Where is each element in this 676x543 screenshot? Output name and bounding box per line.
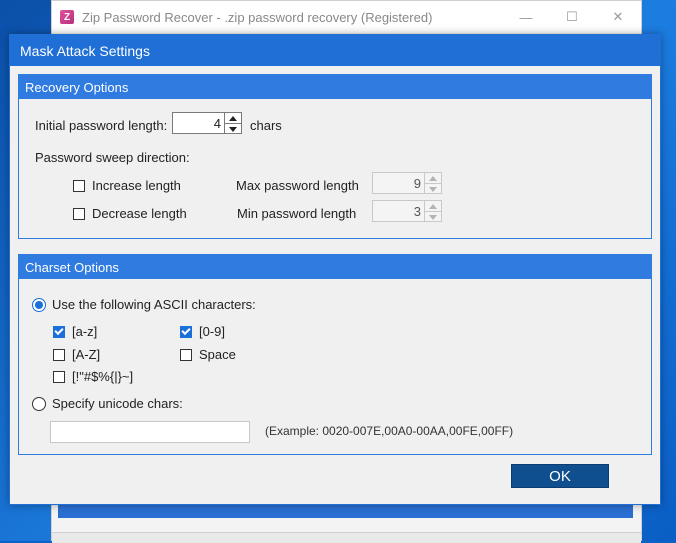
lowercase-checkbox[interactable]: [a-z] <box>53 324 97 339</box>
min-length-stepper[interactable]: 3 <box>372 200 442 222</box>
spin-up-icon[interactable] <box>425 173 441 184</box>
max-length-stepper[interactable]: 9 <box>372 172 442 194</box>
spin-up-icon[interactable] <box>425 201 441 212</box>
radio-dot[interactable] <box>32 297 46 312</box>
space-checkbox[interactable]: Space <box>180 347 236 362</box>
unicode-chars-label: Specify unicode chars: <box>52 396 183 411</box>
chars-label: chars <box>250 118 282 133</box>
checkbox-box[interactable] <box>53 325 65 338</box>
charset-options-header: Charset Options <box>19 255 651 279</box>
initial-length-label: Initial password length: <box>35 118 168 133</box>
checkbox-box[interactable] <box>53 370 65 383</box>
recovery-options-header: Recovery Options <box>19 75 651 99</box>
spin-down-icon[interactable] <box>425 212 441 222</box>
min-length-value: 3 <box>413 204 421 219</box>
app-icon: Z <box>60 10 74 24</box>
space-label: Space <box>199 347 236 362</box>
parent-window-title: Zip Password Recover - .zip password rec… <box>82 9 433 25</box>
max-length-value: 9 <box>413 176 421 191</box>
dialog-title: Mask Attack Settings <box>20 42 150 59</box>
checkbox-box[interactable] <box>73 179 85 192</box>
checkbox-box[interactable] <box>53 348 65 361</box>
spin-down-icon[interactable] <box>225 124 241 134</box>
ascii-chars-label: Use the following ASCII characters: <box>52 297 256 312</box>
spin-down-icon[interactable] <box>425 184 441 194</box>
minimize-icon[interactable]: — <box>503 1 549 33</box>
digits-checkbox[interactable]: [0-9] <box>180 324 225 339</box>
initial-length-stepper[interactable]: 4 <box>172 112 242 134</box>
decrease-length-label: Decrease length <box>92 206 187 221</box>
initial-length-value: 4 <box>213 116 221 131</box>
charset-options-group: Charset Options Use the following ASCII … <box>18 254 652 455</box>
uppercase-checkbox[interactable]: [A-Z] <box>53 347 100 362</box>
ok-button[interactable]: OK <box>511 464 609 488</box>
unicode-chars-input[interactable] <box>50 421 250 443</box>
digits-label: [0-9] <box>199 324 226 339</box>
radio-dot[interactable] <box>32 396 46 411</box>
unicode-chars-radio[interactable]: Specify unicode chars: <box>32 396 183 411</box>
checkbox-box[interactable] <box>73 207 85 220</box>
parent-status-strip <box>52 532 641 543</box>
parent-titlebar[interactable]: Z Zip Password Recover - .zip password r… <box>52 1 641 33</box>
lowercase-label: [a-z] <box>72 324 98 339</box>
min-length-label: Min password length <box>237 206 357 221</box>
max-length-label: Max password length <box>236 178 359 193</box>
spin-up-icon[interactable] <box>225 113 241 124</box>
ascii-chars-radio[interactable]: Use the following ASCII characters: <box>32 297 256 312</box>
dialog-titlebar[interactable]: Mask Attack Settings <box>10 35 660 66</box>
symbols-label: [!"#$%{|}~] <box>72 369 134 384</box>
symbols-checkbox[interactable]: [!"#$%{|}~] <box>53 369 133 384</box>
checkbox-box[interactable] <box>180 325 192 338</box>
recovery-options-group: Recovery Options Initial password length… <box>18 74 652 239</box>
maximize-icon[interactable]: ☐ <box>549 1 595 33</box>
sweep-direction-label: Password sweep direction: <box>35 150 190 165</box>
decrease-length-checkbox[interactable]: Decrease length <box>73 206 187 221</box>
checkbox-box[interactable] <box>180 348 192 361</box>
increase-length-label: Increase length <box>92 178 181 193</box>
increase-length-checkbox[interactable]: Increase length <box>73 178 181 193</box>
close-icon[interactable]: ✕ <box>595 1 641 33</box>
uppercase-label: [A-Z] <box>72 347 101 362</box>
unicode-example-text: (Example: 0020-007E,00A0-00AA,00FE,00FF) <box>265 424 514 438</box>
mask-attack-dialog: Mask Attack Settings Recovery Options In… <box>9 34 661 505</box>
